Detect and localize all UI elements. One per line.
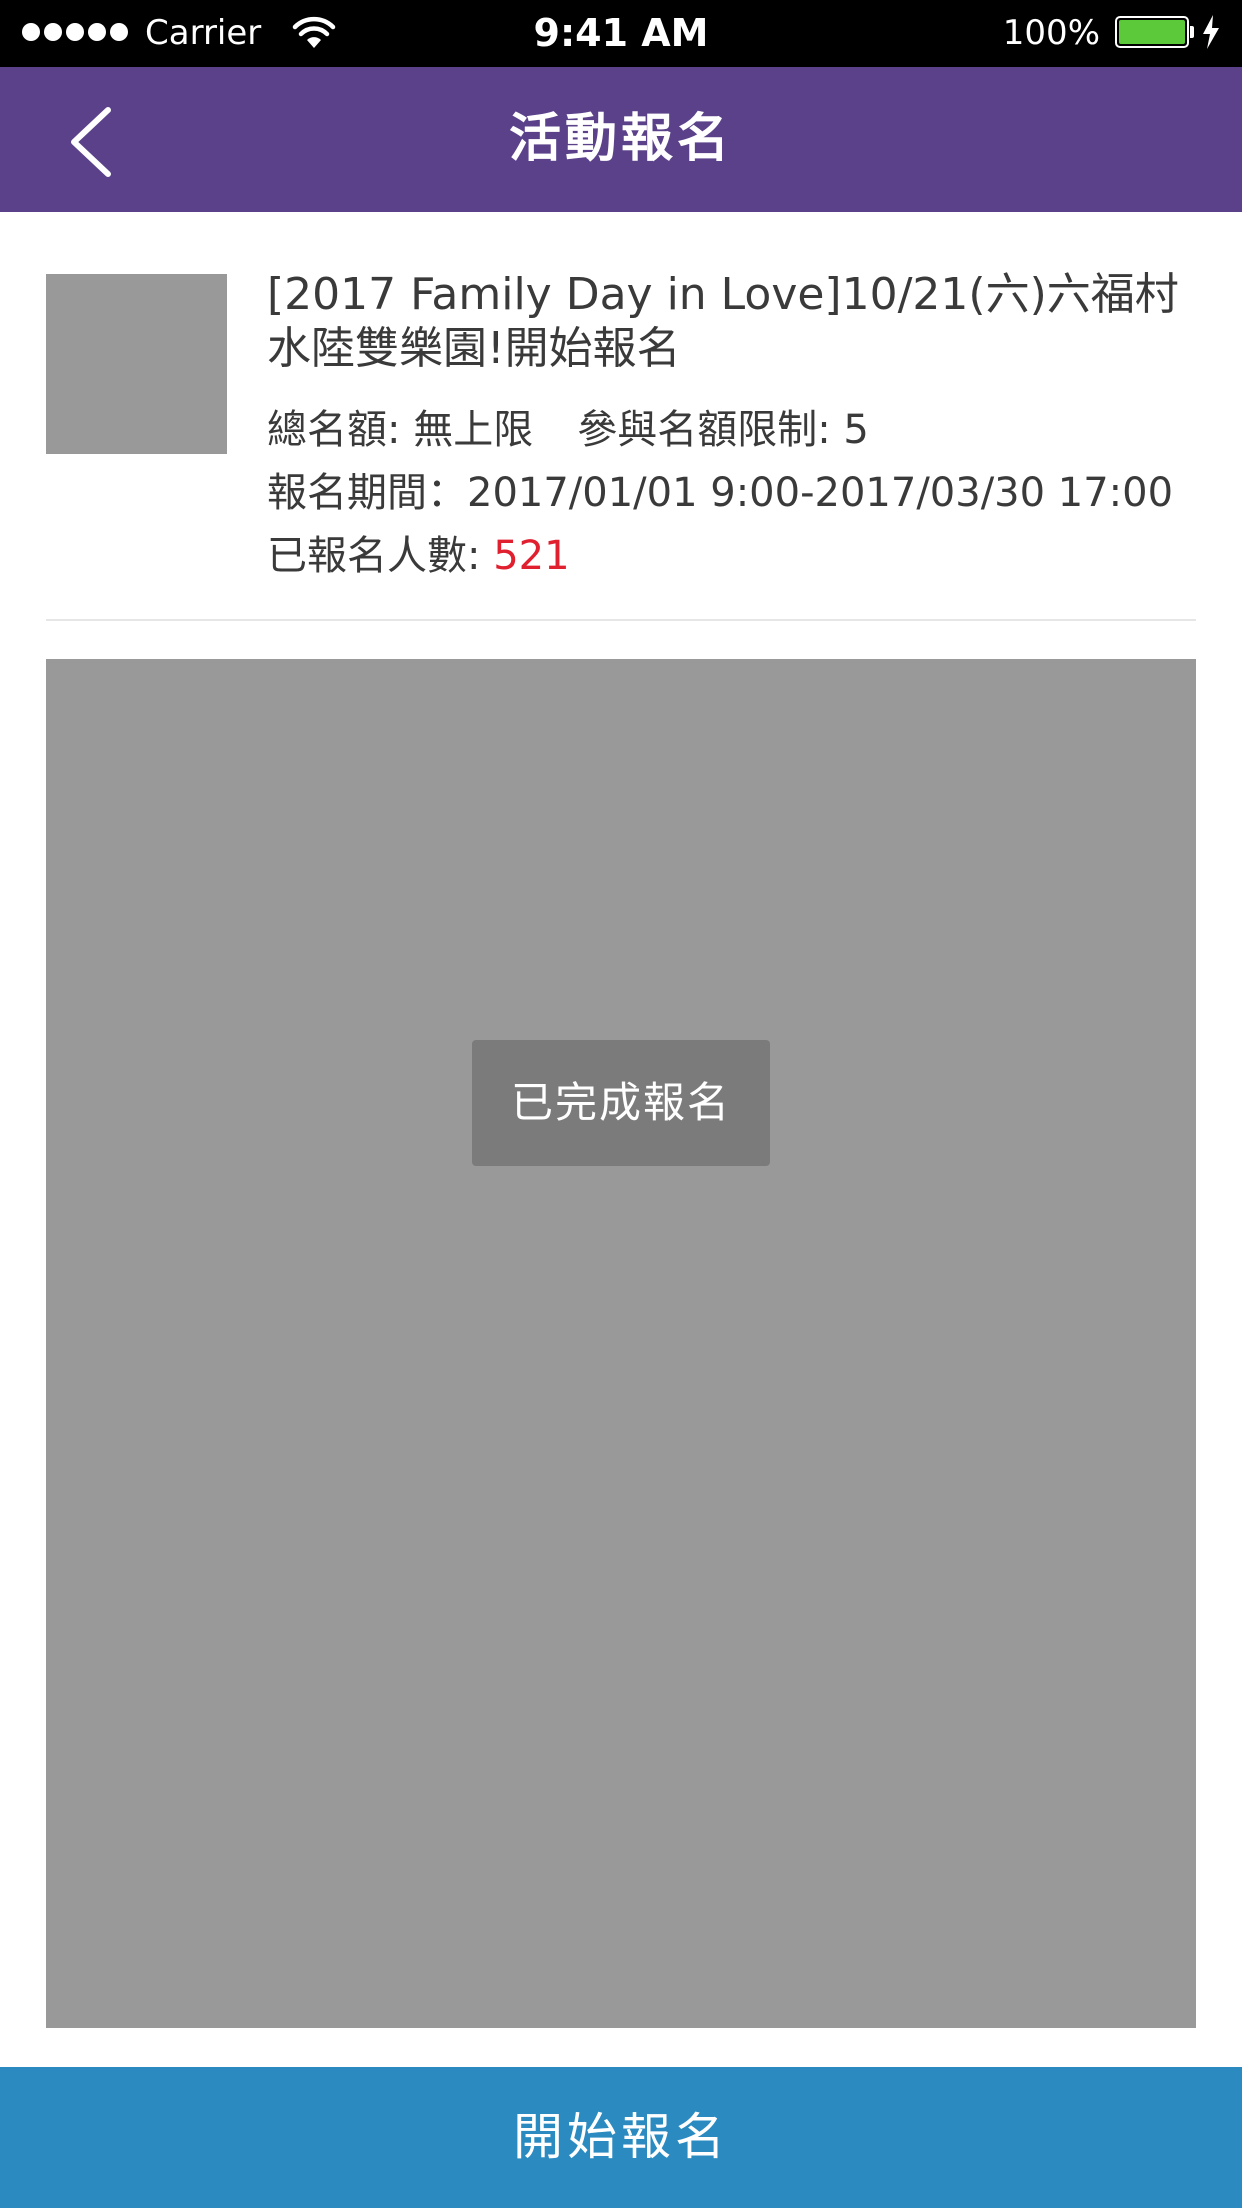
event-image: 已完成報名 <box>46 659 1196 2028</box>
event-title: [2017 Family Day in Love]10/21(六)六福村水陸雙樂… <box>267 269 1179 374</box>
battery-percentage: 100% <box>1002 13 1100 53</box>
registered-count-label: 已報名人數: <box>267 533 494 579</box>
battery-level-fill <box>1119 20 1185 44</box>
registered-count-value: 521 <box>493 533 570 579</box>
start-registration-button[interactable]: 開始報名 <box>0 2067 1242 2208</box>
total-quota: 總名額: 無上限 <box>267 407 534 453</box>
registration-status-badge: 已完成報名 <box>472 1040 770 1166</box>
quota-info: 總名額: 無上限 參與名額限制: 5 <box>267 404 869 456</box>
battery-cap <box>1190 26 1194 38</box>
registration-period: 報名期間：2017/01/01 9:00-2017/03/30 17:00 <box>267 470 1174 516</box>
status-bar: Carrier 9:41 AM 100% <box>0 0 1242 67</box>
participation-limit: 參與名額限制: 5 <box>577 407 869 453</box>
navigation-bar: 活動報名 <box>0 67 1242 212</box>
event-thumbnail <box>46 274 227 454</box>
divider <box>46 619 1196 621</box>
registered-count-info: 已報名人數: 521 <box>267 530 570 582</box>
page-title: 活動報名 <box>508 109 733 169</box>
battery-icon <box>1115 16 1189 48</box>
charging-bolt-icon <box>1203 15 1219 49</box>
